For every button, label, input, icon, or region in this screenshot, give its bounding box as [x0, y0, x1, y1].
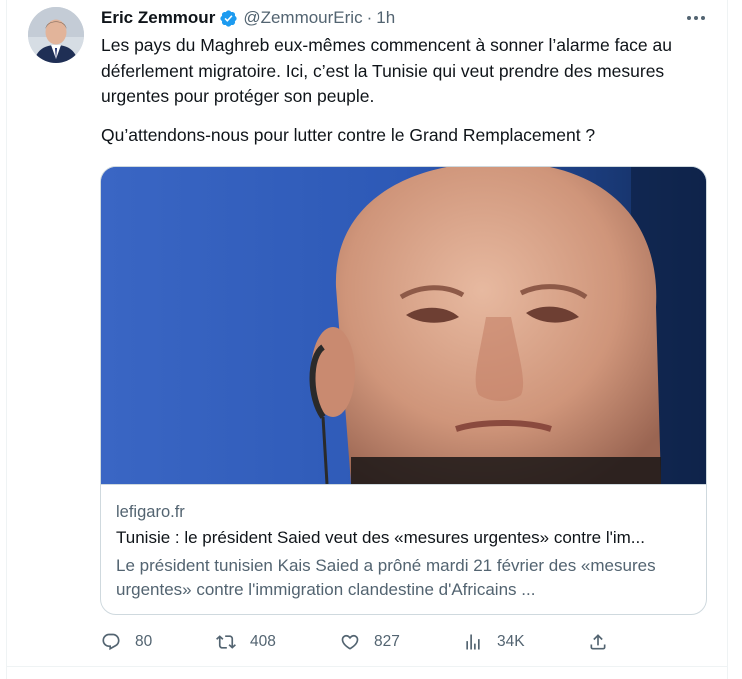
card-image: [101, 167, 706, 484]
timeline-left-border: [6, 0, 7, 679]
share-button[interactable]: [588, 628, 608, 656]
avatar-image: [28, 7, 84, 63]
share-icon: [590, 634, 606, 650]
retweet-count: 408: [250, 633, 276, 650]
like-count: 827: [374, 633, 400, 650]
timeline-right-border: [727, 0, 728, 679]
views-icon: [466, 634, 480, 650]
more-options-icon[interactable]: [684, 9, 708, 27]
tweet-text: Les pays du Maghreb eux-mêmes commencent…: [101, 33, 713, 148]
tweet-bottom-divider: [6, 666, 728, 667]
retweet-button[interactable]: 408: [216, 628, 276, 656]
link-preview-card[interactable]: lefigaro.fr Tunisie : le président Saied…: [100, 166, 707, 615]
card-description: Le président tunisien Kais Saied a prôné…: [116, 556, 656, 599]
tweet-actions-bar: 80 408 827 34K: [0, 628, 742, 656]
like-button[interactable]: 827: [340, 628, 400, 656]
author-handle[interactable]: @ZemmourEric: [243, 8, 362, 28]
reply-button[interactable]: 80: [101, 628, 152, 656]
author-name[interactable]: Eric Zemmour: [101, 8, 215, 28]
verified-badge-icon[interactable]: [219, 9, 238, 28]
author-avatar[interactable]: [28, 7, 84, 63]
views-count: 34K: [497, 633, 525, 650]
heart-icon: [341, 634, 359, 650]
card-title: Tunisie : le président Saied veut des «m…: [116, 528, 645, 547]
header-separator: ·: [366, 8, 373, 27]
views-button[interactable]: 34K: [463, 628, 525, 656]
tweet-timestamp[interactable]: 1h: [376, 8, 395, 28]
tweet-text-paragraph: Les pays du Maghreb eux-mêmes commencent…: [101, 35, 672, 106]
reply-icon: [102, 633, 120, 651]
tweet-text-paragraph: Qu’attendons-nous pour lutter contre le …: [101, 124, 596, 145]
retweet-icon: [216, 635, 236, 649]
card-photo-portrait: [101, 167, 706, 484]
tweet-header: Eric Zemmour @ZemmourEric · 1h: [101, 6, 395, 30]
card-divider: [101, 484, 706, 485]
card-domain: lefigaro.fr: [116, 503, 185, 521]
reply-count: 80: [135, 633, 153, 650]
